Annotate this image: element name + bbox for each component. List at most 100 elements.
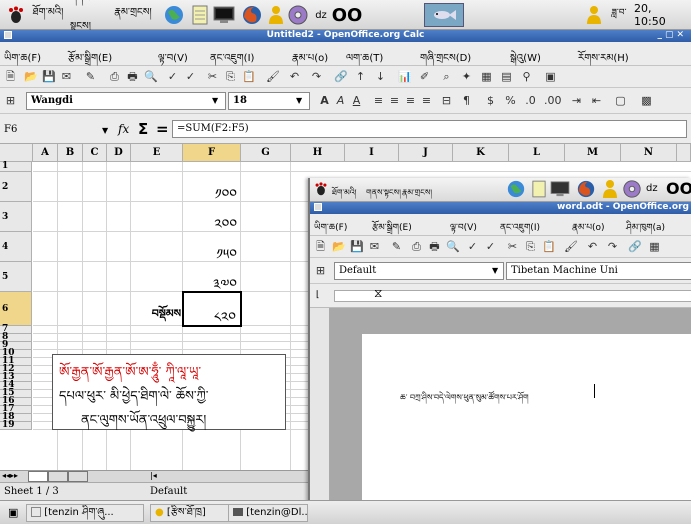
spellcheck-icon[interactable]: ✓ [166,70,179,83]
name-box-dropdown-icon[interactable]: ▼ [102,126,108,135]
outdent-icon[interactable]: ⇤ [590,94,603,107]
export-pdf-icon[interactable]: ⎙ [108,70,121,83]
row-header[interactable]: 1 [0,162,32,172]
notepad-icon[interactable] [532,180,546,201]
email-icon[interactable]: ✉ [368,240,381,253]
page-style[interactable]: Default [150,486,187,497]
indent-icon[interactable]: ⇥ [570,94,583,107]
paste-icon[interactable]: 📋 [542,240,556,253]
background-color-icon[interactable]: ▩ [640,94,653,107]
styles-icon[interactable]: ⊞ [4,94,17,107]
sheet-nav-arrows-icon[interactable]: ◂◂▸▸ [2,471,18,480]
styles-icon[interactable]: ⊞ [314,264,327,277]
datasource-icon[interactable]: ▤ [500,70,513,83]
rtl-icon[interactable]: ¶ [460,94,473,107]
export-pdf-icon[interactable]: ⎙ [410,240,423,253]
firefox-icon[interactable] [576,179,596,202]
column-header[interactable]: J [399,144,453,162]
column-header[interactable]: G [241,144,291,162]
menu-system[interactable]: རྣམ་གྲངས། [112,3,154,27]
menu-places[interactable]: གནས་སྟངས། [70,0,108,32]
document-text[interactable]: ཆ་ བཀྲ་ཤིས་བདེ་ལེགས་ཕུན་སུམ་ཚོགས་པར་ཤོག [400,388,660,411]
disc-icon[interactable] [622,179,642,202]
align-center-icon[interactable]: ≡ [388,94,401,107]
row-header[interactable]: 5 [0,262,32,292]
row-header[interactable]: 3 [0,202,32,232]
active-cell-F6[interactable]: ༨༢༠ [182,291,242,327]
column-header[interactable]: D [107,144,131,162]
add-decimal-icon[interactable]: .0 [524,94,537,107]
sheet-tab-2[interactable] [48,471,68,482]
fish-applet-icon[interactable] [424,3,464,27]
underline-icon[interactable]: A [350,94,363,107]
font-size-dropdown-icon[interactable]: ▼ [296,96,302,105]
sort-ascending-icon[interactable]: ↑ [354,70,367,83]
spellcheck-icon[interactable]: ✓ [466,240,479,253]
chart-icon[interactable]: 📊 [398,70,412,83]
column-header[interactable]: K [453,144,509,162]
column-header[interactable]: L [509,144,565,162]
sort-descending-icon[interactable]: ↓ [374,70,387,83]
vertical-ruler[interactable] [310,308,330,524]
page-preview-icon[interactable]: 🔍 [446,240,460,253]
cut-icon[interactable]: ✂ [506,240,519,253]
corner-select-all[interactable] [0,144,33,162]
globe-icon[interactable] [506,179,526,202]
italic-icon[interactable]: A [334,94,347,107]
menu-applications[interactable]: ཐོག་མའི། [30,3,66,27]
column-header[interactable]: I [345,144,399,162]
calc-titlebar[interactable]: Untitled2 - OpenOffice.org Calc _▢✕ [0,30,691,42]
format-paintbrush-icon[interactable]: 🖌 [266,70,280,83]
new-document-icon[interactable]: 🗎 [4,70,17,83]
autospell-icon[interactable]: ✓ [184,70,197,83]
person-icon[interactable] [602,179,618,202]
writer-font-name-field[interactable]: Tibetan Machine Uni [506,262,691,280]
percent-icon[interactable]: % [504,94,517,107]
document-page[interactable]: ཆ་ བཀྲ་ཤིས་བདེ་ལེགས་ཕུན་སུམ་ཚོགས་པར་ཤོག [362,334,691,524]
new-document-icon[interactable]: 🗎 [314,240,327,253]
firefox-launcher-icon[interactable] [240,3,264,27]
disc-launcher-icon[interactable] [286,3,310,27]
openoffice-logo[interactable]: OO [666,179,691,198]
equals-icon[interactable]: = [156,120,169,138]
column-header[interactable]: M [565,144,621,162]
window-controls[interactable]: _▢✕ [657,30,687,40]
scroll-left-icon[interactable]: |◂ [150,471,157,480]
column-header[interactable]: A [33,144,58,162]
row-header[interactable]: 4 [0,232,32,262]
redo-icon[interactable]: ↷ [310,70,323,83]
font-name-field[interactable]: Wangdi [26,92,226,110]
writer-titlebar[interactable]: word.odt - OpenOffice.org [310,202,691,214]
open-folder-icon[interactable]: 📂 [24,70,38,83]
foot-icon[interactable] [314,182,328,199]
gallery-icon[interactable]: ▦ [480,70,493,83]
name-box[interactable]: F6 [4,121,104,139]
draw-functions-icon[interactable]: ✐ [418,70,431,83]
user-status-icon[interactable] [584,3,604,27]
sheet-tab-1[interactable] [28,471,48,482]
zoom-icon[interactable]: ⚲ [520,70,533,83]
align-right-icon[interactable]: ≡ [404,94,417,107]
page-preview-icon[interactable]: 🔍 [144,70,158,83]
row-header[interactable]: 19 [0,421,32,430]
font-name-dropdown-icon[interactable]: ▼ [212,96,218,105]
save-icon[interactable]: 💾 [42,70,56,83]
column-header[interactable]: N [621,144,677,162]
open-folder-icon[interactable]: 📂 [332,240,346,253]
currency-icon[interactable]: $ [484,94,497,107]
cut-icon[interactable]: ✂ [206,70,219,83]
paragraph-style-field[interactable]: Default [334,262,504,280]
print-icon[interactable]: 🖶 [126,70,139,83]
row-header[interactable]: 2 [0,172,32,202]
print-icon[interactable]: 🖶 [428,240,441,253]
column-header[interactable]: F [183,144,241,162]
taskbar-item-calc[interactable]: ● [རྩིས་ཐོ་ཁྲ] [150,504,238,522]
function-wizard-icon[interactable]: f𝑥 [118,122,129,136]
window-menu-icon[interactable] [314,203,322,211]
borders-icon[interactable]: ▢ [614,94,627,107]
email-icon[interactable]: ✉ [60,70,73,83]
column-header[interactable]: B [58,144,83,162]
globe-launcher-icon[interactable] [162,3,186,27]
tab-stop-icon[interactable]: ⌊ [316,290,320,300]
help-icon[interactable]: ▣ [544,70,557,83]
